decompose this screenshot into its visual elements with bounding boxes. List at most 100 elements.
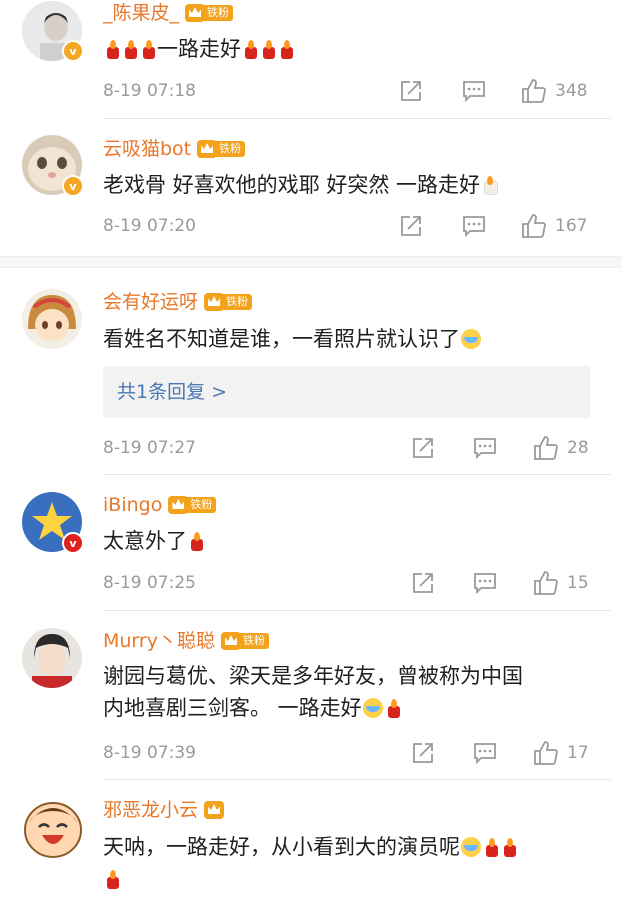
divider xyxy=(103,118,611,119)
candle-icon xyxy=(140,39,156,59)
white-candle-icon xyxy=(481,175,499,195)
like-count: 28 xyxy=(567,438,589,458)
comment-time: 8-19 07:18 xyxy=(103,81,196,101)
candle-icon xyxy=(278,39,294,59)
thumbs-up-icon xyxy=(534,571,558,595)
like-button[interactable]: 15 xyxy=(533,571,589,595)
fan-badge: 铁粉 xyxy=(220,632,269,650)
candle-icon xyxy=(242,39,258,59)
share-icon xyxy=(401,216,421,236)
avatar[interactable] xyxy=(22,628,82,688)
candle-icon xyxy=(122,39,138,59)
divider xyxy=(103,779,611,780)
comment-button[interactable] xyxy=(462,214,486,238)
comment-time: 8-19 07:25 xyxy=(103,573,196,593)
comment-text: 一路走好 xyxy=(103,33,598,65)
share-button[interactable] xyxy=(399,214,423,238)
comment-meta: 8-19 07:18 348 xyxy=(103,79,598,103)
like-button[interactable]: 28 xyxy=(533,436,589,460)
comment-button[interactable] xyxy=(462,79,486,103)
crown-icon xyxy=(197,140,218,158)
avatar[interactable] xyxy=(22,797,84,859)
share-icon xyxy=(413,438,433,458)
comment-meta: 8-19 07:39 17 xyxy=(103,741,598,765)
username[interactable]: 云吸猫bot 铁粉 xyxy=(103,136,246,162)
thumbs-up-icon xyxy=(522,79,546,103)
username-text[interactable]: _陈果皮_ xyxy=(103,0,179,26)
comment-button[interactable] xyxy=(473,571,497,595)
like-button[interactable]: 17 xyxy=(533,741,589,765)
crying-laughing-emoji-icon xyxy=(461,837,481,857)
comment-icon xyxy=(474,438,496,460)
avatar[interactable] xyxy=(22,289,82,349)
username[interactable]: Murry丶聪聪 铁粉 xyxy=(103,628,269,654)
section-gap xyxy=(0,256,621,268)
username[interactable]: 会有好运呀 铁粉 xyxy=(103,289,253,315)
username-text[interactable]: 邪恶龙小云 xyxy=(103,797,198,823)
comment-text: 谢园与葛优、梁天是多年好友，曾被称为中国 内地喜剧三剑客。 一路走好 xyxy=(103,664,523,720)
divider xyxy=(103,474,611,475)
username[interactable]: 邪恶龙小云 xyxy=(103,797,225,823)
username[interactable]: iBingo 铁粉 xyxy=(103,492,217,518)
comment-time: 8-19 07:20 xyxy=(103,216,196,236)
username-text[interactable]: 云吸猫bot xyxy=(103,136,191,162)
candle-icon xyxy=(188,531,204,551)
candle-icon xyxy=(260,39,276,59)
candle-icon xyxy=(483,837,499,857)
comment-time: 8-19 07:39 xyxy=(103,743,196,763)
verified-badge-icon: v xyxy=(62,40,84,62)
like-button[interactable]: 348 xyxy=(521,79,587,103)
username[interactable]: _陈果皮_ 铁粉 xyxy=(103,0,234,26)
share-button[interactable] xyxy=(399,79,423,103)
like-count: 17 xyxy=(567,743,589,763)
like-count: 15 xyxy=(567,573,589,593)
comment-button[interactable] xyxy=(473,741,497,765)
verified-badge-icon: v xyxy=(62,175,84,197)
comment-icon xyxy=(463,81,485,103)
thumbs-up-icon xyxy=(534,741,558,765)
crying-emoji-icon xyxy=(362,698,383,718)
share-icon xyxy=(401,81,421,101)
fan-badge xyxy=(204,801,225,819)
thumbs-up-icon xyxy=(534,436,558,460)
fan-badge: 铁粉 xyxy=(185,4,234,22)
comment-text: 太意外了 xyxy=(103,525,598,557)
like-count: 348 xyxy=(555,81,588,101)
share-button[interactable] xyxy=(411,741,435,765)
like-button[interactable]: 167 xyxy=(521,214,587,238)
comment-icon xyxy=(474,743,496,765)
username-text[interactable]: 会有好运呀 xyxy=(103,289,198,315)
like-count: 167 xyxy=(555,216,588,236)
comment-text: 看姓名不知道是谁，一看照片就认识了 xyxy=(103,323,598,355)
username-text[interactable]: iBingo xyxy=(103,492,162,518)
crown-icon xyxy=(204,293,225,311)
crown-icon xyxy=(204,801,225,819)
crying-emoji-icon xyxy=(461,329,481,349)
comment-icon xyxy=(474,573,496,595)
share-icon xyxy=(413,573,433,593)
fan-badge: 铁粉 xyxy=(204,293,253,311)
comment-text: 老戏骨 好喜欢他的戏耶 好突然 一路走好 xyxy=(103,169,598,201)
replies-link[interactable]: 共1条回复 > xyxy=(103,366,590,418)
thumbs-up-icon xyxy=(522,214,546,238)
candle-icon xyxy=(385,698,401,718)
candle-icon xyxy=(104,39,120,59)
verified-badge-icon: v xyxy=(62,532,84,554)
fan-badge: 铁粉 xyxy=(197,140,246,158)
comment-time: 8-19 07:27 xyxy=(103,438,196,458)
comment-meta: 8-19 07:27 28 xyxy=(103,436,598,460)
share-icon xyxy=(413,743,433,763)
comment-meta: 8-19 07:25 15 xyxy=(103,571,598,595)
candle-icon xyxy=(501,837,517,857)
crown-icon xyxy=(185,4,206,22)
crown-icon xyxy=(220,632,241,650)
comment-icon xyxy=(463,216,485,238)
comment-button[interactable] xyxy=(473,436,497,460)
share-button[interactable] xyxy=(411,436,435,460)
share-button[interactable] xyxy=(411,571,435,595)
fan-badge: 铁粉 xyxy=(168,496,217,514)
candle-icon xyxy=(104,869,120,889)
comment-meta: 8-19 07:20 167 xyxy=(103,214,598,238)
comment-text: 天呐，一路走好，从小看到大的演员呢 xyxy=(103,831,598,895)
username-text[interactable]: Murry丶聪聪 xyxy=(103,628,215,654)
